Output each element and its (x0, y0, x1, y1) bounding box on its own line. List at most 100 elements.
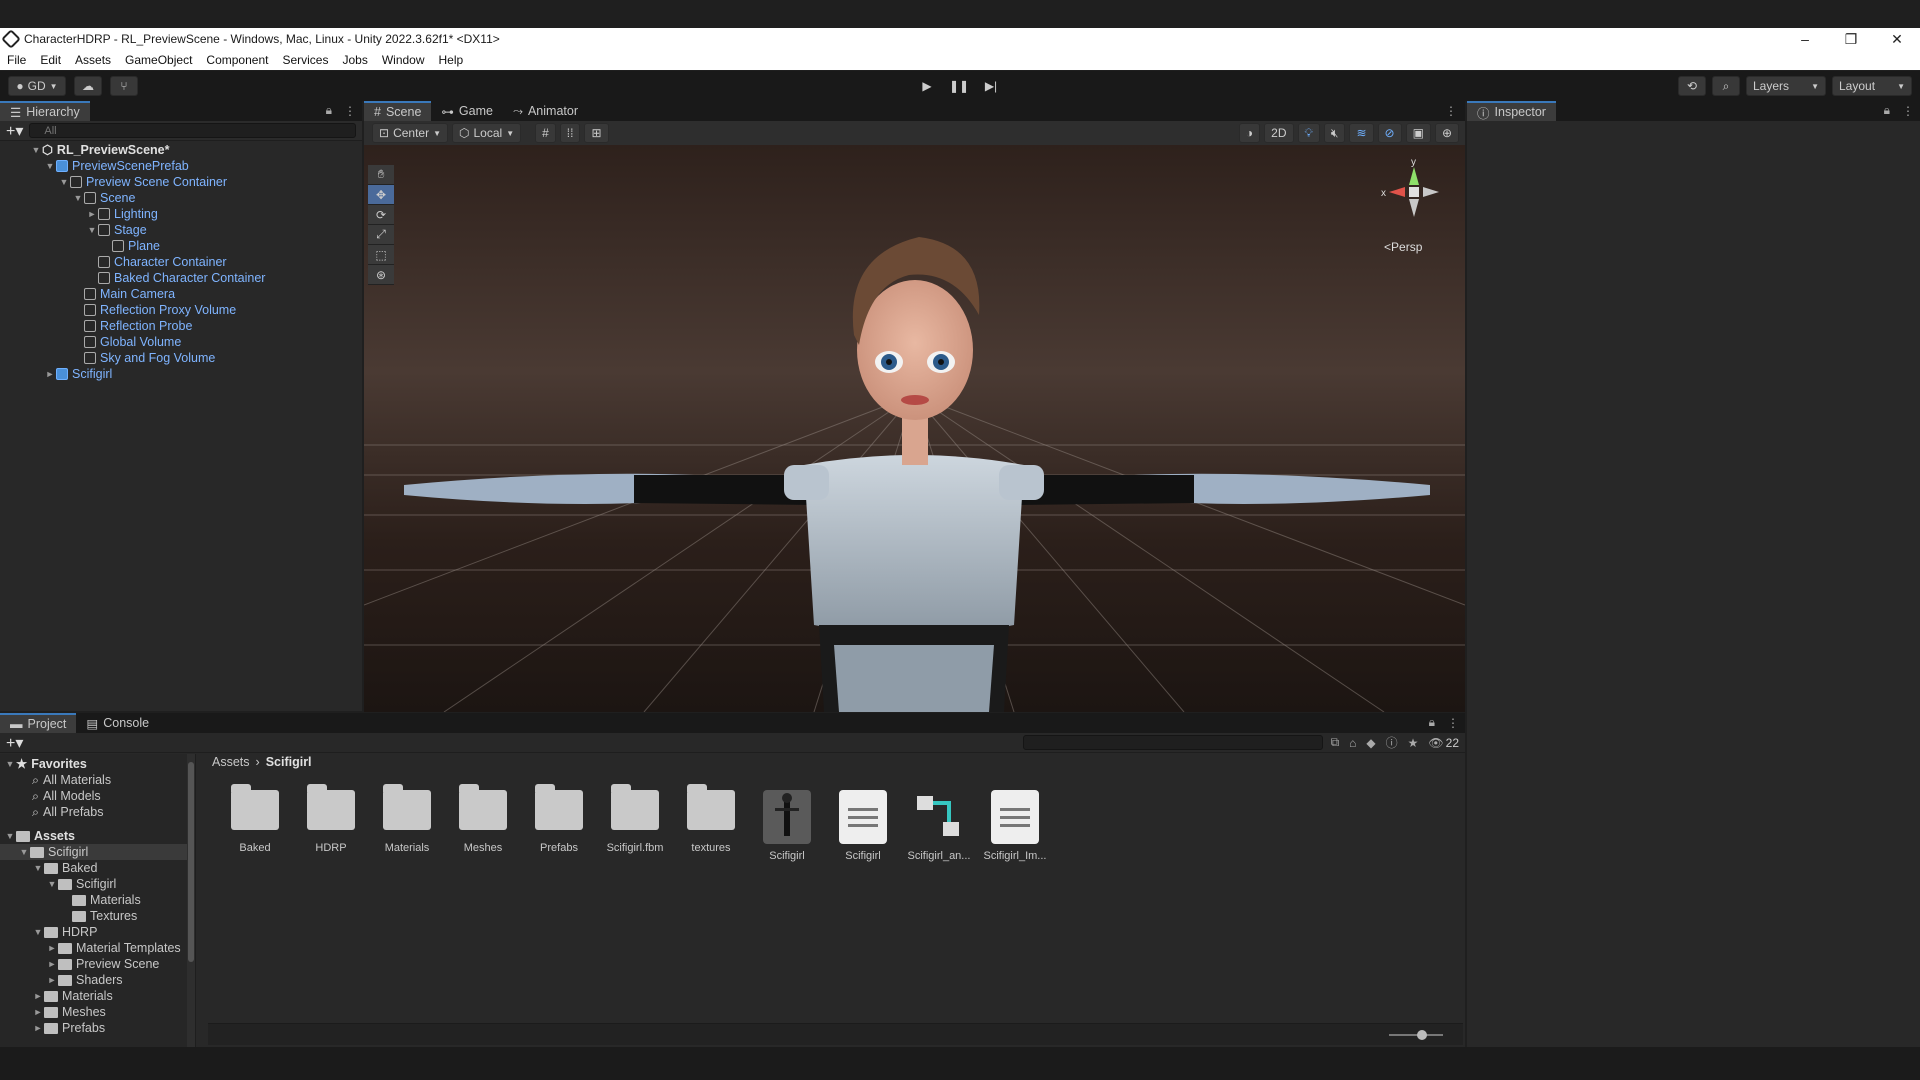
hierarchy-search-input[interactable] (29, 123, 356, 138)
project-tree-item[interactable]: Materials (60, 892, 141, 908)
pause-button[interactable]: ❚❚ (946, 76, 972, 96)
asset-item[interactable]: textures (676, 784, 746, 854)
more-options-icon[interactable]: ⋮ (1437, 104, 1465, 121)
rect-tool-button[interactable]: ⬚ (368, 245, 394, 265)
chevron-down-icon[interactable]: ▼ (18, 844, 30, 860)
orientation-gizmo[interactable]: y x (1369, 157, 1449, 227)
chevron-right-icon[interactable]: ► (32, 1004, 44, 1020)
chevron-down-icon[interactable]: ▼ (32, 860, 44, 876)
increment-snap-button[interactable]: ⁞⁞ (559, 123, 581, 143)
audio-toggle[interactable]: 🔇︎ (1323, 123, 1346, 143)
favorite-all-prefabs[interactable]: ⌕ All Prefabs (32, 804, 103, 820)
layout-dropdown[interactable]: Layout ▼ (1832, 76, 1912, 96)
rotate-tool-button[interactable]: ⟳ (368, 205, 394, 225)
account-dropdown[interactable]: ● GD ▼ (8, 76, 66, 96)
asset-item[interactable]: Scifigirl_Im... (980, 790, 1050, 862)
tab-console[interactable]: ▤ Console (76, 713, 159, 733)
chevron-down-icon[interactable]: ▼ (46, 876, 58, 892)
project-tree-item[interactable]: ▼ Scifigirl (46, 876, 117, 892)
chevron-right-icon[interactable]: ► (46, 940, 58, 956)
asset-item[interactable]: Scifigirl (828, 790, 898, 862)
tag-icon[interactable]: ◆ (1366, 736, 1375, 750)
favorite-all-materials[interactable]: ⌕ All Materials (32, 772, 111, 788)
favorites-header[interactable]: ▼ ★ Favorites (4, 756, 87, 772)
chevron-down-icon[interactable]: ▼ (30, 142, 42, 158)
asset-item[interactable]: Baked (220, 784, 290, 854)
search-by-type-icon[interactable]: ⧉ (1331, 735, 1340, 750)
menu-edit[interactable]: Edit (33, 53, 68, 67)
hierarchy-item[interactable]: ▼ Preview Scene Container (58, 174, 228, 190)
chevron-down-icon[interactable]: ▼ (86, 222, 98, 238)
layers-dropdown[interactable]: Layers ▼ (1746, 76, 1826, 96)
hierarchy-item[interactable]: Reflection Proxy Volume (72, 302, 236, 318)
asset-item[interactable]: HDRP (296, 784, 366, 854)
scrollbar-thumb[interactable] (188, 762, 194, 962)
hierarchy-item[interactable]: Character Container (86, 254, 227, 270)
effects-toggle[interactable]: ≋ (1349, 123, 1374, 143)
lock-icon[interactable]: 🔒︎ (1423, 715, 1441, 733)
tab-hierarchy[interactable]: ☰ Hierarchy (0, 101, 90, 121)
hierarchy-item[interactable]: Main Camera (72, 286, 175, 302)
lock-icon[interactable]: 🔒︎ (320, 103, 338, 121)
align-button[interactable]: ⊞ (584, 123, 609, 143)
project-search-input[interactable] (1022, 735, 1323, 750)
menu-file[interactable]: File (0, 53, 33, 67)
tab-project[interactable]: ▬ Project (0, 713, 77, 733)
asset-item[interactable]: Materials (372, 784, 442, 854)
menu-jobs[interactable]: Jobs (335, 53, 374, 67)
project-tree-item[interactable]: Textures (60, 908, 137, 924)
hidden-packages-icon[interactable]: 👁︎ (1428, 736, 1443, 750)
hierarchy-item[interactable]: Plane (100, 238, 160, 254)
project-tree-item[interactable]: ► Preview Scene (46, 956, 160, 972)
asset-item[interactable]: Meshes (448, 784, 518, 854)
project-tree-item[interactable]: ► Material Templates (46, 940, 181, 956)
more-options-icon[interactable]: ⋮ (338, 104, 362, 121)
lighting-toggle[interactable]: 💡︎ (1297, 123, 1320, 143)
2d-toggle[interactable]: 2D (1264, 123, 1294, 143)
project-tree-item[interactable]: ▼ HDRP (32, 924, 98, 940)
step-button[interactable]: ▶| (978, 76, 1004, 96)
project-tree-item[interactable]: ► Materials (32, 988, 113, 1004)
hierarchy-item[interactable]: ▼ PreviewScenePrefab (44, 158, 189, 174)
space-dropdown[interactable]: ⬡ Local ▼ (452, 123, 522, 143)
chevron-right-icon[interactable]: ► (46, 956, 58, 972)
tree-scrollbar[interactable] (187, 754, 195, 1047)
slider-handle[interactable] (1417, 1030, 1427, 1040)
play-button[interactable]: ▶ (914, 76, 940, 96)
chevron-right-icon[interactable]: ► (44, 366, 56, 382)
project-tree-item[interactable]: ▼ Scifigirl (0, 844, 195, 860)
asset-item[interactable]: Scifigirl (752, 790, 822, 862)
project-tree-item[interactable]: ▼ Baked (32, 860, 98, 876)
maximize-button[interactable]: ❐ (1828, 31, 1874, 48)
camera-button[interactable]: ▣ (1405, 123, 1431, 143)
visibility-toggle[interactable]: ⊘ (1377, 123, 1402, 143)
menu-gameobject[interactable]: GameObject (118, 53, 199, 67)
tab-inspector[interactable]: ⓘ Inspector (1467, 101, 1556, 121)
hierarchy-item[interactable]: ▼ Stage (86, 222, 147, 238)
projection-label[interactable]: <Persp (1384, 240, 1422, 254)
gizmos-button[interactable]: ⊕ (1434, 123, 1459, 143)
menu-services[interactable]: Services (275, 53, 335, 67)
hierarchy-item[interactable]: Global Volume (72, 334, 181, 350)
hierarchy-item[interactable]: Baked Character Container (86, 270, 265, 286)
star-icon[interactable]: ★ (1408, 736, 1419, 750)
lock-icon[interactable]: 🔒︎ (1878, 103, 1896, 121)
warning-icon[interactable]: ⓘ (1386, 734, 1398, 751)
menu-assets[interactable]: Assets (68, 53, 118, 67)
favorite-all-models[interactable]: ⌕ All Models (32, 788, 101, 804)
chevron-right-icon[interactable]: ► (86, 206, 98, 222)
project-tree-item[interactable]: ► Prefabs (32, 1020, 106, 1036)
chevron-right-icon[interactable]: ► (46, 972, 58, 988)
grid-snap-button[interactable]: # (535, 123, 556, 143)
scene-row[interactable]: ▼ ⬡ RL_PreviewScene* (30, 142, 170, 158)
hierarchy-item[interactable]: ▼ Scene (72, 190, 136, 206)
hierarchy-item[interactable]: Sky and Fog Volume (72, 350, 215, 366)
chevron-down-icon[interactable]: ▼ (58, 174, 70, 190)
chevron-down-icon[interactable]: ▼ (32, 924, 44, 940)
transform-tool-button[interactable]: ⊛ (368, 265, 394, 285)
assets-root[interactable]: ▼ Assets (4, 828, 75, 844)
scale-tool-button[interactable]: ⤢ (368, 225, 394, 245)
chevron-right-icon[interactable]: ► (32, 988, 44, 1004)
add-button[interactable]: +▾ (6, 121, 23, 141)
tab-scene[interactable]: # Scene (364, 101, 432, 121)
